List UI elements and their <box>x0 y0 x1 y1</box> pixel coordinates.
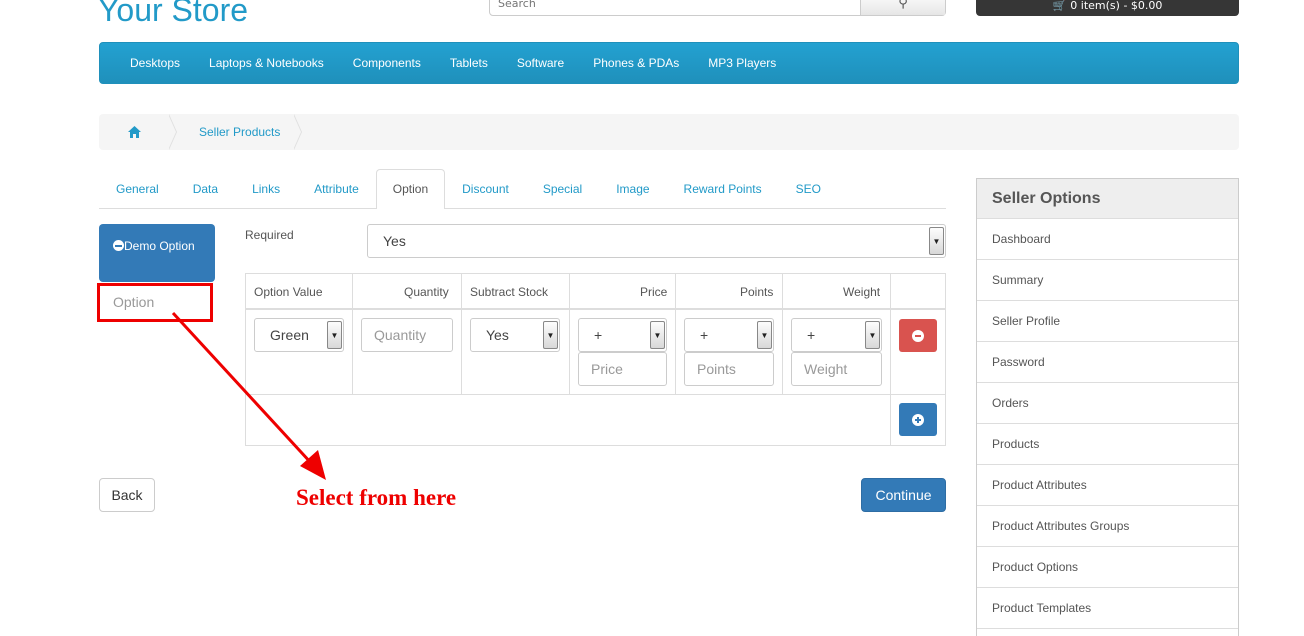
tab-special[interactable]: Special <box>526 169 599 208</box>
sidebar-item-seller-profile[interactable]: Seller Profile <box>977 301 1238 342</box>
breadcrumb-separator <box>293 114 303 150</box>
sidebar-item-orders[interactable]: Orders <box>977 383 1238 424</box>
weight-prefix-value: + <box>807 327 816 343</box>
tab-seo[interactable]: SEO <box>779 169 838 208</box>
back-button[interactable]: Back <box>99 478 155 512</box>
product-tabs: General Data Links Attribute Option Disc… <box>99 169 946 209</box>
weight-prefix-select[interactable]: + ▼ <box>791 318 882 352</box>
store-logo[interactable]: Your Store <box>98 0 248 29</box>
sidebar-item-product-attributes-groups[interactable]: Product Attributes Groups <box>977 506 1238 547</box>
menu-item-phones[interactable]: Phones & PDAs <box>579 56 694 70</box>
th-points: Points <box>740 285 774 299</box>
table-col-divider <box>569 274 570 395</box>
cart-icon: 🛒 <box>1052 0 1067 12</box>
sidebar-item-product-options[interactable]: Product Options <box>977 547 1238 588</box>
continue-button[interactable]: Continue <box>861 478 946 512</box>
breadcrumb: Seller Products <box>99 114 1239 150</box>
required-select[interactable]: Yes ▼ <box>367 224 946 258</box>
th-weight: Weight <box>843 285 881 299</box>
subtract-stock-select[interactable]: Yes ▼ <box>470 318 560 352</box>
chevron-down-icon: ▼ <box>757 321 772 349</box>
sidebar-title: Seller Options <box>977 179 1238 219</box>
remove-option-value-button[interactable] <box>899 319 937 352</box>
option-autocomplete-input[interactable]: Option <box>97 283 213 322</box>
cart-button[interactable]: 🛒 0 item(s) - $0.00 <box>976 0 1239 16</box>
menu-item-tablets[interactable]: Tablets <box>435 56 502 70</box>
chevron-down-icon: ▼ <box>543 321 558 349</box>
menu-item-components[interactable]: Components <box>338 56 435 70</box>
price-input[interactable]: Price <box>578 352 667 386</box>
home-icon <box>127 126 141 138</box>
th-price: Price <box>640 285 668 299</box>
tab-data[interactable]: Data <box>176 169 235 208</box>
chevron-down-icon: ▼ <box>650 321 665 349</box>
sidebar-item-product-templates[interactable]: Product Templates <box>977 588 1238 629</box>
weight-input[interactable]: Weight <box>791 352 882 386</box>
tab-option[interactable]: Option <box>375 169 446 209</box>
minus-circle-icon <box>912 329 924 342</box>
remove-option-icon[interactable] <box>113 240 124 251</box>
search-input[interactable] <box>490 0 860 15</box>
table-col-divider <box>352 274 353 395</box>
sidebar-item-dashboard[interactable]: Dashboard <box>977 219 1238 260</box>
points-prefix-value: + <box>700 327 709 343</box>
chevron-down-icon: ▼ <box>327 321 342 349</box>
table-col-divider <box>782 274 783 395</box>
th-subtract-stock: Subtract Stock <box>470 285 549 299</box>
tab-reward-points[interactable]: Reward Points <box>667 169 779 208</box>
menu-item-laptops[interactable]: Laptops & Notebooks <box>195 56 339 70</box>
breadcrumb-separator <box>168 114 177 150</box>
points-prefix-select[interactable]: + ▼ <box>684 318 774 352</box>
option-item-active[interactable]: Demo Option <box>99 224 215 282</box>
tab-image[interactable]: Image <box>599 169 666 208</box>
option-item-label: Demo Option <box>124 239 195 253</box>
sidebar-item-products[interactable]: Products <box>977 424 1238 465</box>
option-value-value: Green <box>270 327 309 343</box>
subtract-stock-value: Yes <box>486 327 509 343</box>
menu-item-mp3[interactable]: MP3 Players <box>694 56 791 70</box>
th-quantity: Quantity <box>404 285 449 299</box>
price-prefix-value: + <box>594 327 603 343</box>
table-col-divider <box>461 274 462 395</box>
search-icon: ⚲ <box>898 0 908 11</box>
chevron-down-icon: ▼ <box>865 321 880 349</box>
search-bar: ⚲ <box>489 0 946 16</box>
points-input[interactable]: Points <box>684 352 774 386</box>
plus-circle-icon <box>912 413 924 426</box>
chevron-down-icon: ▼ <box>929 227 944 255</box>
quantity-input[interactable]: Quantity <box>361 318 453 352</box>
cart-label: 0 item(s) - $0.00 <box>1070 0 1163 12</box>
sidebar-item-product-attributes[interactable]: Product Attributes <box>977 465 1238 506</box>
tab-discount[interactable]: Discount <box>445 169 526 208</box>
sidebar-item-summary[interactable]: Summary <box>977 260 1238 301</box>
table-row-divider <box>246 394 945 395</box>
table-header-divider <box>246 308 945 310</box>
required-label: Required <box>245 228 294 242</box>
breadcrumb-home[interactable] <box>99 114 169 150</box>
menu-item-desktops[interactable]: Desktops <box>116 56 195 70</box>
tab-links[interactable]: Links <box>235 169 297 208</box>
required-value: Yes <box>383 233 406 249</box>
main-menu: Desktops Laptops & Notebooks Components … <box>99 42 1239 84</box>
search-button[interactable]: ⚲ <box>860 0 945 15</box>
add-option-value-button[interactable] <box>899 403 937 436</box>
sidebar-item-password[interactable]: Password <box>977 342 1238 383</box>
tab-general[interactable]: General <box>99 169 176 208</box>
price-prefix-select[interactable]: + ▼ <box>578 318 667 352</box>
menu-item-software[interactable]: Software <box>502 56 578 70</box>
breadcrumb-seller-products[interactable]: Seller Products <box>177 125 294 139</box>
option-value-select[interactable]: Green ▼ <box>254 318 344 352</box>
th-option-value: Option Value <box>254 285 323 299</box>
annotation-text: Select from here <box>296 485 457 510</box>
table-col-divider <box>675 274 676 395</box>
table-col-divider <box>890 274 891 445</box>
seller-options-sidebar: Seller Options Dashboard Summary Seller … <box>976 178 1239 636</box>
tab-attribute[interactable]: Attribute <box>297 169 376 208</box>
